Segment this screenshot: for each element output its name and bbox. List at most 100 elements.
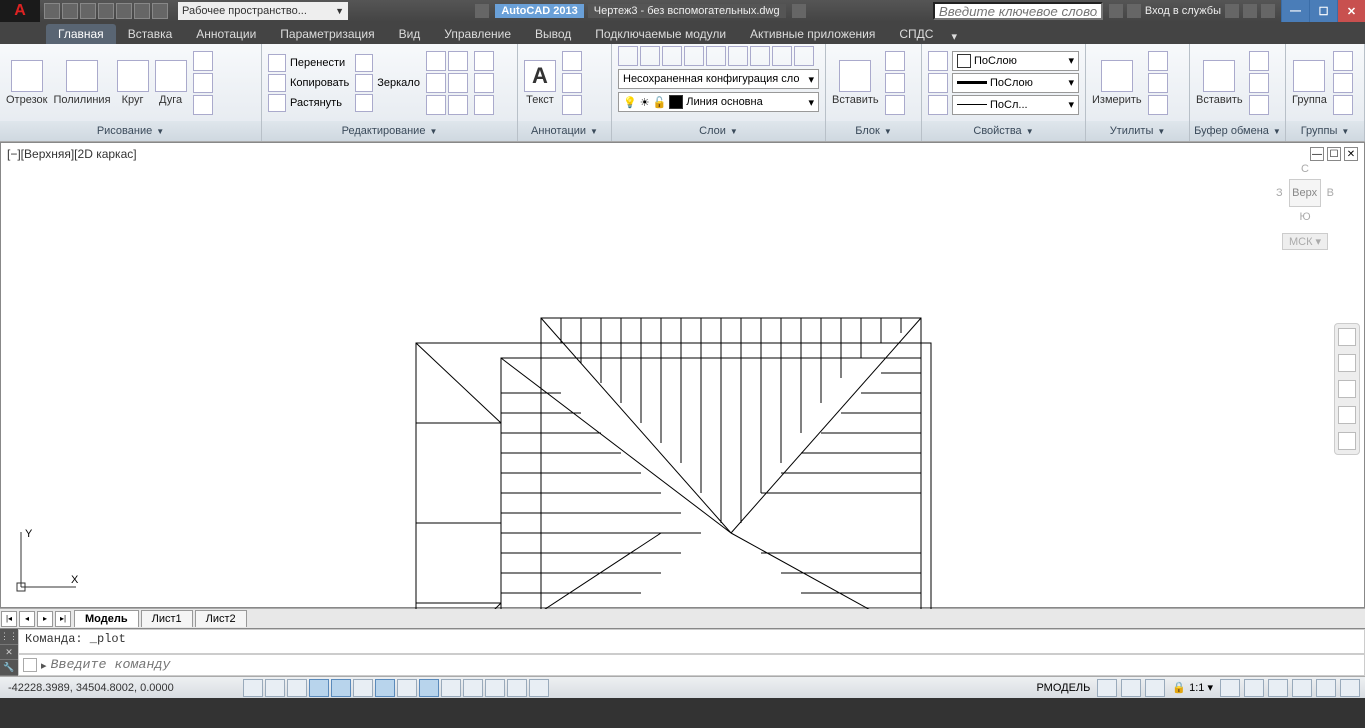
status-annoscale-icon[interactable] (1145, 679, 1165, 697)
explode-icon[interactable] (448, 95, 468, 115)
layer-match-icon[interactable] (728, 46, 748, 66)
scale-button[interactable] (355, 94, 420, 112)
status-grid-icon[interactable] (1097, 679, 1117, 697)
doc-next-icon[interactable] (792, 4, 806, 18)
nav-showmotion-icon[interactable] (1338, 432, 1356, 450)
polar-toggle[interactable] (309, 679, 329, 697)
fillet-icon[interactable] (426, 73, 446, 93)
layout-tab-sheet2[interactable]: Лист2 (195, 610, 247, 627)
tpy-toggle[interactable] (463, 679, 483, 697)
quickcalc-icon[interactable] (1148, 73, 1168, 93)
stretch-button[interactable]: Растянуть (268, 94, 349, 112)
tab-insert[interactable]: Вставка (116, 24, 185, 44)
copy-button[interactable]: Копировать (268, 74, 349, 92)
layer-state-combo[interactable]: Несохраненная конфигурация сло▾ (618, 69, 819, 89)
workspace-combo[interactable]: Рабочее пространство... ▼ (178, 2, 348, 20)
arc-button[interactable]: Дуга (155, 60, 187, 106)
status-lock-icon[interactable] (1268, 679, 1288, 697)
move-button[interactable]: Перенести (268, 54, 349, 72)
status-quickview-icon[interactable] (1121, 679, 1141, 697)
nav-pan-icon[interactable] (1338, 354, 1356, 372)
mirror-button[interactable]: Зеркало (355, 74, 420, 92)
viewcube[interactable]: С З Верх В Ю МСК ▾ (1276, 163, 1334, 250)
command-prompt-icon[interactable] (23, 658, 37, 672)
copy-clip-icon[interactable] (1249, 73, 1269, 93)
offset-icon[interactable] (474, 51, 494, 71)
block-create-icon[interactable] (885, 51, 905, 71)
layout-prev-icon[interactable]: ◂ (19, 611, 35, 627)
extend-icon[interactable] (448, 51, 468, 71)
snap-toggle[interactable] (243, 679, 263, 697)
qat-save-icon[interactable] (80, 3, 96, 19)
measure-button[interactable]: Измерить (1092, 60, 1142, 106)
layer-prev-icon[interactable] (750, 46, 770, 66)
layer-lock-icon[interactable] (662, 46, 682, 66)
lwt-toggle[interactable] (441, 679, 461, 697)
panel-title-draw[interactable]: Рисование (97, 125, 152, 137)
lineweight-combo[interactable]: ПоСлою▾ (952, 73, 1079, 93)
layer-prop-icon[interactable] (618, 46, 638, 66)
nav-orbit-icon[interactable] (1338, 406, 1356, 424)
am-toggle[interactable] (529, 679, 549, 697)
panel-title-clip[interactable]: Буфер обмена (1194, 125, 1269, 137)
close-button[interactable]: ✕ (1337, 0, 1365, 22)
layer-walk-icon[interactable] (772, 46, 792, 66)
qat-new-icon[interactable] (44, 3, 60, 19)
cloud-icon[interactable] (1243, 4, 1257, 18)
dyn-toggle[interactable] (419, 679, 439, 697)
trim-icon[interactable] (426, 51, 446, 71)
panel-title-block[interactable]: Блок (855, 125, 880, 137)
cut-icon[interactable] (1249, 51, 1269, 71)
grid-toggle[interactable] (265, 679, 285, 697)
otrack-toggle[interactable] (375, 679, 395, 697)
tab-view[interactable]: Вид (387, 24, 433, 44)
user-icon[interactable] (1127, 4, 1141, 18)
annotation-scale[interactable]: 🔒 1:1 ▾ (1168, 681, 1217, 694)
tab-output[interactable]: Вывод (523, 24, 583, 44)
status-annovis-icon[interactable] (1220, 679, 1240, 697)
tab-home[interactable]: Главная (46, 24, 116, 44)
coordinates-readout[interactable]: -42228.3989, 34504.8002, 0.0000 (0, 682, 182, 694)
tab-annotate[interactable]: Аннотации (184, 24, 268, 44)
panel-title-props[interactable]: Свойства (973, 125, 1021, 137)
layout-tab-model[interactable]: Модель (74, 610, 139, 627)
ungroup-icon[interactable] (1333, 51, 1353, 71)
chamfer-icon[interactable] (448, 73, 468, 93)
qat-plot-icon[interactable] (116, 3, 132, 19)
panel-title-layers[interactable]: Слои (699, 125, 726, 137)
id-icon[interactable] (1148, 95, 1168, 115)
table-icon[interactable] (562, 95, 582, 115)
viewcube-south[interactable]: Ю (1276, 211, 1334, 223)
group-button[interactable]: Группа (1292, 60, 1327, 106)
text-button[interactable]: AТекст (524, 60, 556, 106)
group-edit-icon[interactable] (1333, 73, 1353, 93)
viewcube-north[interactable]: С (1276, 163, 1334, 175)
nav-fullnav-icon[interactable] (1338, 328, 1356, 346)
layer-freeze-icon[interactable] (640, 46, 660, 66)
list-icon[interactable] (928, 73, 948, 93)
command-input[interactable] (51, 658, 1360, 673)
nav-zoom-icon[interactable] (1338, 380, 1356, 398)
hatch-icon[interactable] (193, 95, 213, 115)
layout-first-icon[interactable]: |◂ (1, 611, 17, 627)
break-icon[interactable] (474, 95, 494, 115)
ribbon-expand-icon[interactable]: ▾ (951, 30, 965, 44)
paste-button[interactable]: Вставить (1196, 60, 1243, 106)
status-clean-icon[interactable] (1340, 679, 1360, 697)
status-isolate-icon[interactable] (1316, 679, 1336, 697)
qat-redo-icon[interactable] (152, 3, 168, 19)
dimension-icon[interactable] (562, 51, 582, 71)
props-icon[interactable] (928, 95, 948, 115)
command-handle[interactable]: ⋮⋮✕🔧 (0, 629, 18, 676)
erase-icon[interactable] (474, 73, 494, 93)
viewcube-west[interactable]: З (1276, 187, 1283, 199)
x-icon[interactable] (1225, 4, 1239, 18)
polyline-button[interactable]: Полилиния (53, 60, 110, 106)
rotate-button[interactable] (355, 54, 420, 72)
viewcube-wcs[interactable]: МСК ▾ (1282, 233, 1328, 250)
tab-parametric[interactable]: Параметризация (268, 24, 386, 44)
layer-iso-icon[interactable] (706, 46, 726, 66)
viewcube-top[interactable]: Верх (1289, 179, 1321, 207)
qat-undo-icon[interactable] (134, 3, 150, 19)
signin-link[interactable]: Вход в службы (1145, 5, 1221, 17)
